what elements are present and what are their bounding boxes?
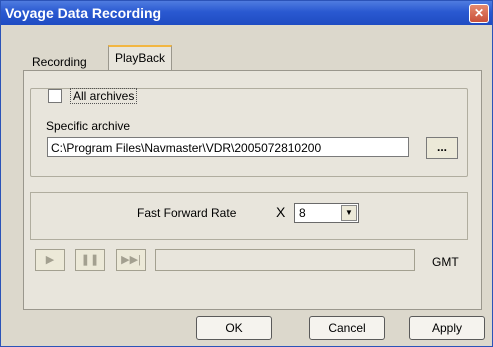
- window-title: Voyage Data Recording: [5, 5, 162, 21]
- fast-forward-rate-label: Fast Forward Rate: [137, 206, 237, 220]
- rate-value: 8: [299, 206, 306, 220]
- play-icon: ▶: [45, 254, 55, 266]
- pause-icon: ❚❚: [80, 254, 100, 266]
- playback-position-bar[interactable]: [155, 249, 415, 271]
- fast-forward-button[interactable]: ▶▶|: [116, 249, 146, 271]
- chevron-down-icon[interactable]: ▼: [341, 205, 357, 221]
- rate-group: [30, 192, 468, 240]
- pause-button[interactable]: ❚❚: [75, 249, 105, 271]
- cancel-button[interactable]: Cancel: [309, 316, 385, 340]
- ok-button[interactable]: OK: [196, 316, 272, 340]
- fast-forward-icon: ▶▶|: [121, 254, 141, 266]
- tab-playback[interactable]: PlayBack: [108, 45, 173, 73]
- gmt-label: GMT: [432, 255, 459, 269]
- all-archives-checkbox[interactable]: [48, 89, 62, 103]
- all-archives-label[interactable]: All archives: [70, 88, 138, 104]
- archive-path-input[interactable]: C:\Program Files\Navmaster\VDR\200507281…: [47, 137, 409, 157]
- play-button[interactable]: ▶: [35, 249, 65, 271]
- specific-archive-label: Specific archive: [46, 119, 131, 133]
- close-icon[interactable]: ✕: [469, 4, 489, 23]
- fast-forward-rate-select[interactable]: 8 ▼: [294, 203, 359, 223]
- title-bar[interactable]: Voyage Data Recording ✕: [1, 1, 492, 25]
- browse-button[interactable]: ...: [426, 137, 458, 159]
- multiplier-sign: X: [276, 204, 286, 220]
- apply-button[interactable]: Apply: [409, 316, 485, 340]
